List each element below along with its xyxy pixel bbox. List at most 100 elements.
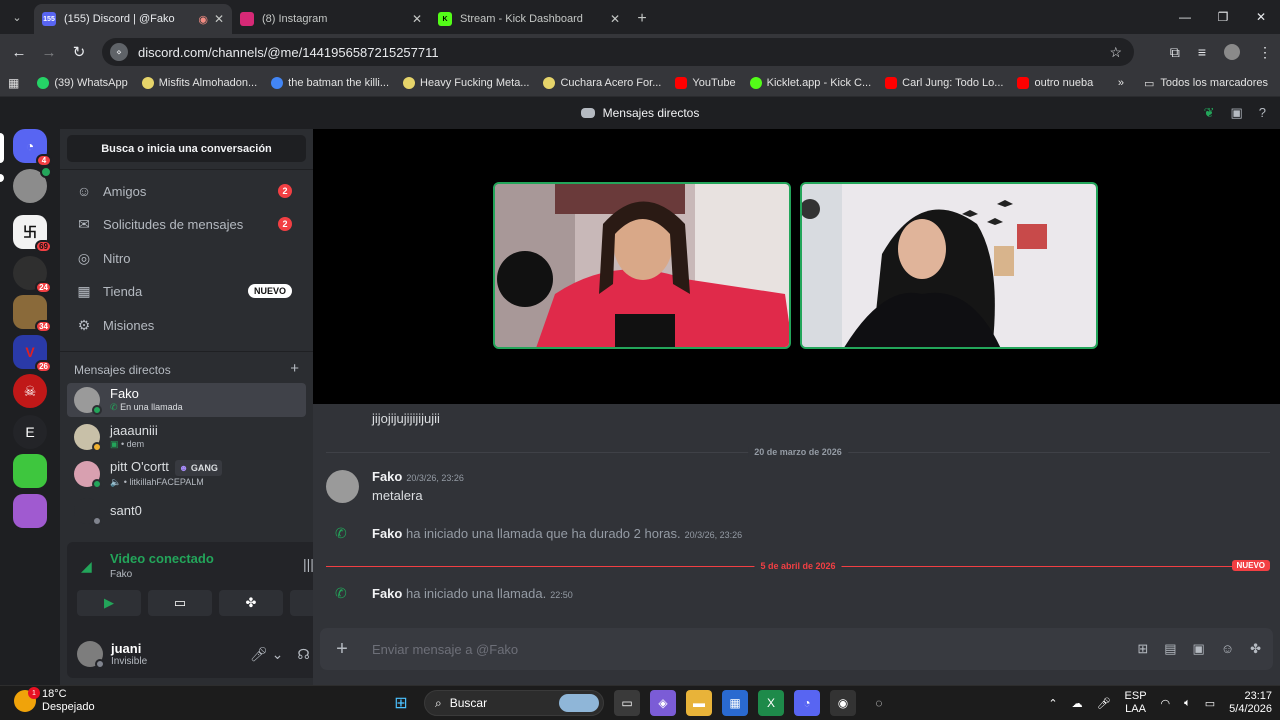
phone-call-icon: ✆ (335, 525, 347, 541)
signal-icon[interactable]: ◢ (81, 558, 92, 575)
author-name[interactable]: Fako (372, 526, 402, 541)
bookmark-heavy[interactable]: Heavy Fucking Meta... (403, 77, 529, 89)
apps-grid-icon[interactable]: ▦ (8, 76, 19, 90)
video-tile-juani[interactable] (800, 182, 1098, 349)
nav-friends[interactable]: ☺ Amigos 2 (67, 176, 306, 206)
server-icon[interactable] (13, 494, 47, 528)
find-conversation-button[interactable]: Busca o inicia una conversación (67, 135, 306, 162)
menu-dots-icon[interactable]: ⋮ (1258, 44, 1272, 61)
bookmark-outro[interactable]: outro nueba (1017, 77, 1093, 89)
upload-plus-icon[interactable]: + (320, 638, 364, 661)
bookmark-label: outro nueba (1034, 77, 1094, 89)
date-divider: 20 de marzo de 2026 (326, 447, 1270, 457)
server-icon[interactable]: 卐 69 (13, 215, 52, 253)
bookmark-misfits[interactable]: Misfits Almohadon... (141, 77, 257, 89)
apps-icon[interactable]: ✤ (1250, 641, 1261, 657)
new-tab-button[interactable]: + (628, 4, 656, 34)
server-icon[interactable] (13, 166, 52, 203)
forward-button[interactable]: → (34, 44, 64, 61)
author-name[interactable]: Fako (372, 469, 402, 484)
task-view-icon[interactable]: ▭ (614, 690, 640, 716)
message-input[interactable]: Enviar mensaje a @Fako (364, 642, 1137, 657)
close-tab-icon[interactable]: ✕ (610, 12, 620, 26)
bookmark-cuchara[interactable]: Cuchara Acero For... (543, 77, 661, 89)
copilot-icon[interactable]: ◈ (650, 690, 676, 716)
battery-icon[interactable]: ▭ (1205, 697, 1215, 710)
volume-icon[interactable]: 🔈︎ (1184, 697, 1191, 710)
profile-avatar[interactable] (1224, 44, 1240, 60)
dm-item-pitt[interactable]: pitt O'cortt ☻ GANG 🔈 • litkillahFACEPALM (67, 457, 306, 491)
discord-taskbar-icon[interactable]: ◔ (794, 690, 820, 716)
server-icon[interactable]: V 26 (13, 335, 52, 373)
back-button[interactable]: ← (4, 44, 34, 61)
bookmark-whatsapp[interactable]: (39) WhatsApp (37, 77, 128, 89)
author-name[interactable]: Fako (372, 586, 402, 601)
server-icon[interactable]: E (13, 415, 47, 449)
bookmark-google[interactable]: the batman the killi... (271, 77, 389, 89)
dm-item-fako[interactable]: Fako ✆ En una llamada (67, 383, 306, 417)
close-tab-icon[interactable]: ✕ (214, 12, 224, 26)
author-avatar[interactable] (326, 470, 359, 503)
gif-icon[interactable]: ▤ (1164, 641, 1176, 657)
media-controls-icon[interactable]: ≡ (1198, 44, 1206, 60)
minimize-button[interactable]: — (1166, 0, 1204, 34)
tab-kick[interactable]: K Stream - Kick Dashboard ✕ (430, 4, 628, 34)
microphone-icon[interactable]: 🎤︎ ⌄ (250, 646, 283, 663)
more-bookmarks-icon[interactable]: » (1118, 77, 1124, 89)
chrome-taskbar-icon[interactable]: ◉ (830, 690, 856, 716)
wifi-icon[interactable]: ◠ (1161, 697, 1171, 710)
server-icon[interactable]: ☠ (13, 374, 47, 408)
show-hidden-icons[interactable]: ⌃ (1048, 697, 1057, 710)
excel-icon[interactable]: X (758, 690, 784, 716)
site-info-icon[interactable]: ⋄ (110, 43, 128, 61)
nav-shop[interactable]: ▦ Tienda NUEVO (67, 276, 306, 306)
language-indicator[interactable]: ESP LAA (1125, 690, 1147, 716)
user-avatar[interactable] (77, 641, 105, 669)
reload-button[interactable]: ↻ (64, 43, 94, 61)
address-bar[interactable]: ⋄ discord.com/channels/@me/1441956587215… (102, 38, 1134, 66)
windows-start-icon[interactable]: ⊞ (388, 690, 414, 716)
bookmark-star-icon[interactable]: ☆ (1109, 44, 1122, 61)
clock[interactable]: 23:17 5/4/2026 (1229, 690, 1272, 716)
tab-search-chevron-icon[interactable]: ⌄ (0, 0, 34, 34)
calculator-icon[interactable]: ▦ (722, 690, 748, 716)
nav-message-requests[interactable]: ✉ Solicitudes de mensajes 2 (67, 209, 306, 239)
video-tile-fako[interactable] (493, 182, 791, 349)
bookmark-carl-jung[interactable]: Carl Jung: Todo Lo... (885, 77, 1003, 89)
server-icon[interactable] (13, 454, 47, 488)
screen-share-button[interactable]: ▭ (148, 590, 212, 616)
bookmark-youtube[interactable]: YouTube (675, 77, 736, 89)
emoji-icon[interactable]: ☺ (1221, 641, 1234, 657)
weather-widget[interactable]: 1 18°C Despejado (14, 687, 95, 714)
taskbar-search[interactable]: ⌕ Buscar (424, 690, 604, 716)
file-explorer-icon[interactable]: ▬ (686, 690, 712, 716)
create-dm-icon[interactable]: + (290, 361, 299, 377)
extensions-icon[interactable]: ⧉ (1170, 44, 1180, 61)
camera-button[interactable]: ▶ (77, 590, 141, 616)
activities-button[interactable]: ✤ (219, 590, 283, 616)
voice-channel[interactable]: Fako (110, 569, 132, 580)
sticker-icon[interactable]: ▣ (1193, 641, 1205, 657)
obs-icon[interactable]: ◌ (866, 690, 892, 716)
tab-instagram[interactable]: (8) Instagram ✕ (232, 4, 430, 34)
count-badge: 2 (278, 217, 292, 231)
tab-discord[interactable]: 155 (155) Discord | @Fako ◉ ✕ (34, 4, 232, 34)
dm-item-jaaauniii[interactable]: jaaauniii ▣ • dem (67, 420, 306, 454)
dm-item-sant0[interactable]: sant0 (67, 494, 306, 528)
server-icon[interactable]: 34 (13, 295, 52, 333)
leaf-icon[interactable]: ❦ (1204, 105, 1215, 121)
close-tab-icon[interactable]: ✕ (412, 12, 422, 26)
bookmark-kicklet[interactable]: Kicklet.app - Kick C... (749, 77, 871, 89)
help-icon[interactable]: ? (1259, 105, 1266, 121)
home-dm-button[interactable]: ◔ 4 (13, 129, 52, 167)
nav-nitro[interactable]: ◎ Nitro (67, 243, 306, 273)
inbox-icon[interactable]: ▣ (1230, 105, 1242, 121)
server-icon[interactable]: 24 (13, 256, 52, 294)
maximize-button[interactable]: ❐ (1204, 0, 1242, 34)
gift-icon[interactable]: ⊞ (1137, 641, 1148, 657)
all-bookmarks-folder[interactable]: ▭ Todos los marcadores (1144, 77, 1268, 90)
nav-quests[interactable]: ⚙ Misiones (67, 310, 306, 340)
close-window-button[interactable]: ✕ (1242, 0, 1280, 34)
onedrive-icon[interactable]: ☁ (1072, 697, 1083, 710)
microphone-icon[interactable]: 🎤︎ (1097, 697, 1111, 710)
